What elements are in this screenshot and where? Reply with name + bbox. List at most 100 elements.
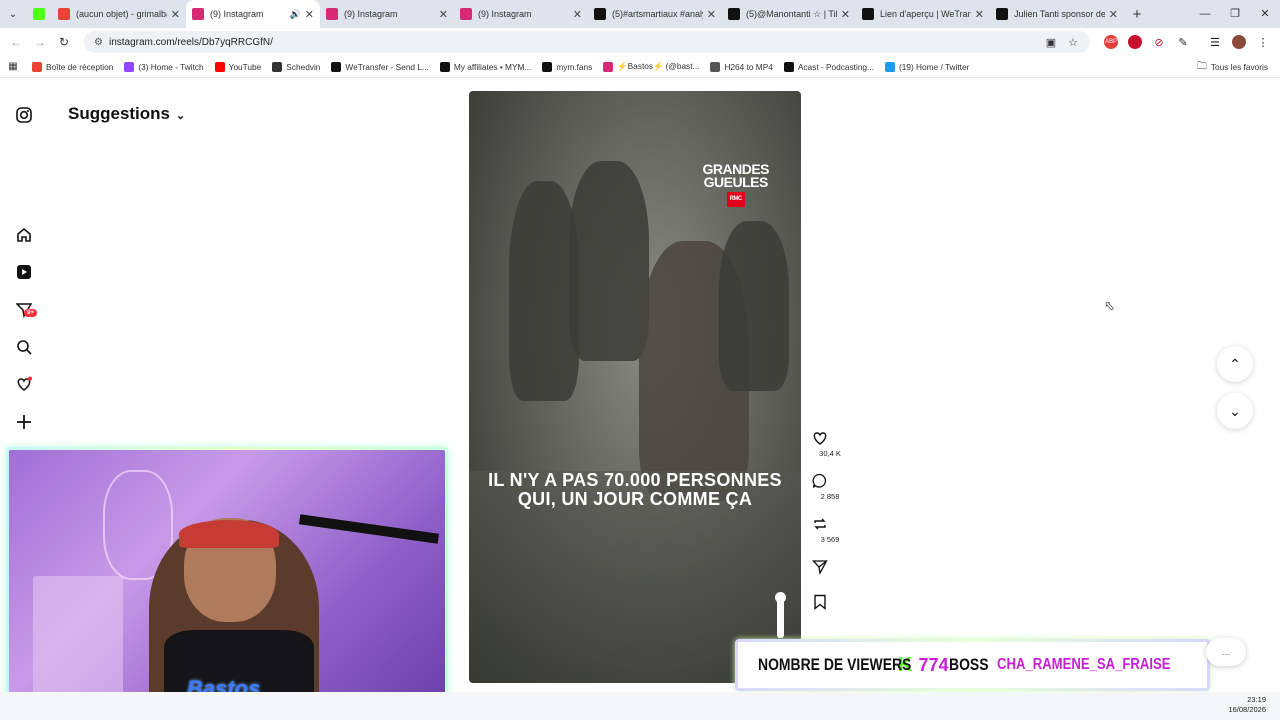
bookmark-item[interactable]: mym.fans <box>542 61 592 72</box>
bookmark-item[interactable]: My affiliates • MYM... <box>439 61 531 72</box>
browser-tab[interactable]: (9) Instagram ✕ <box>320 0 454 28</box>
bookmark-label: Acast - Podcasting... <box>797 61 874 72</box>
bookmark-item[interactable]: ⚡Bastos⚡ (@bast... <box>603 61 699 72</box>
tab-title: (9) Instagram <box>344 9 398 19</box>
more-dots-icon: … <box>1221 647 1231 657</box>
like-count: 30,4 K <box>819 449 841 458</box>
previous-reel-button[interactable]: ⌃ <box>1217 346 1253 382</box>
media-control-icon[interactable]: ☰ <box>1208 35 1222 49</box>
comment-button[interactable]: 2 858 <box>812 473 848 501</box>
address-toolbar: ← → ↻ ⚙ instagram.com/reels/Db7yqRRCGfN/… <box>0 28 1280 56</box>
forward-icon[interactable]: → <box>28 35 52 49</box>
browser-menu-icon[interactable]: ⋮ <box>1256 35 1270 49</box>
home-icon[interactable] <box>14 225 34 245</box>
apps-grid-icon[interactable]: ▦ <box>0 61 26 72</box>
tiktok-icon <box>728 8 740 20</box>
bookmark-item[interactable]: Boîte de réception <box>32 61 113 72</box>
suggestions-label: Suggestions <box>68 104 171 123</box>
puzzle-extensions-icon[interactable]: ✎ <box>1176 35 1190 49</box>
webcam-shelf <box>33 576 123 696</box>
messages-avatar-button[interactable]: … <box>1206 638 1246 666</box>
close-tab-icon[interactable]: ✕ <box>1109 8 1118 21</box>
browser-tab[interactable]: (aucun objet) - grimalba ✕ <box>52 0 186 28</box>
block-extension-icon[interactable]: ⊘ <box>1152 35 1166 49</box>
chevron-up-icon: ⌃ <box>1229 355 1241 372</box>
bookmark-item[interactable]: Schedvin <box>272 61 320 72</box>
opera-extension-icon[interactable] <box>1128 35 1142 49</box>
reel-video[interactable]: GRANDES GUEULES RMC IL N'Y A PAS 70.000 … <box>469 91 801 683</box>
bookmark-item[interactable]: WeTransfer - Send L... <box>331 61 429 72</box>
adblock-extension-icon[interactable]: ABP <box>1104 35 1118 49</box>
site-info-icon[interactable]: ⚙ <box>94 37 103 48</box>
bookmark-label: H264 to MP4 <box>724 61 773 72</box>
viewers-count: 774 <box>918 654 949 675</box>
browser-tab[interactable]: Lien d'aperçu | WeTransf ✕ <box>856 0 990 28</box>
minimize-icon[interactable]: — <box>1190 0 1220 28</box>
browser-tab[interactable]: Julien Tanti sponsor de ✕ <box>990 0 1124 28</box>
kick-tab[interactable] <box>26 0 52 28</box>
all-bookmarks[interactable]: 🗀 Tous les favoris <box>1197 56 1268 78</box>
repost-count: 3 569 <box>820 535 840 544</box>
close-tab-icon[interactable]: ✕ <box>841 8 850 21</box>
close-tab-icon[interactable]: ✕ <box>707 8 716 21</box>
tab-title: Lien d'aperçu | WeTransf <box>880 9 971 19</box>
volume-slider[interactable] <box>775 592 786 638</box>
bookmark-item[interactable]: H264 to MP4 <box>710 61 773 72</box>
search-icon[interactable] <box>14 337 34 357</box>
close-tab-icon[interactable]: ✕ <box>573 8 582 21</box>
instagram-icon <box>460 8 472 20</box>
boss-username: CHA_RAMENE_SA_FRAISE <box>996 656 1171 673</box>
notifications-heart-icon[interactable] <box>14 374 34 394</box>
close-tab-icon[interactable]: ✕ <box>975 8 984 21</box>
folder-icon: 🗀 <box>1196 60 1207 72</box>
close-window-icon[interactable]: ✕ <box>1250 0 1280 28</box>
viewers-label: NOMBRE DE VIEWERS <box>758 655 912 674</box>
reload-icon[interactable]: ↻ <box>52 35 76 49</box>
logo-line2: GUEULES <box>703 174 769 190</box>
close-tab-icon[interactable]: ✕ <box>439 8 448 21</box>
new-tab-button[interactable]: + <box>1124 6 1150 23</box>
bookmark-item[interactable]: (3) Home - Twitch <box>124 61 204 72</box>
bookmark-favicon-icon <box>884 61 895 72</box>
figure-silhouette <box>569 161 649 361</box>
profile-avatar[interactable] <box>1232 35 1246 49</box>
suggestions-dropdown[interactable]: Suggestions ⌄ <box>68 104 185 124</box>
bookmark-item[interactable]: YouTube <box>214 61 261 72</box>
url-field[interactable]: ⚙ instagram.com/reels/Db7yqRRCGfN/ ▣ ☆ <box>84 31 1090 53</box>
repost-button[interactable]: 3 569 <box>812 516 848 544</box>
figure-silhouette <box>719 221 789 391</box>
bookmark-item[interactable]: (19) Home / Twitter <box>884 61 969 72</box>
messages-icon[interactable]: 9+ <box>14 300 37 320</box>
browser-tab[interactable]: (5)@Manontanti ☆ | TikT ✕ <box>722 0 856 28</box>
share-button[interactable] <box>812 559 848 575</box>
close-tab-icon[interactable]: ✕ <box>305 8 314 21</box>
back-icon[interactable]: ← <box>4 35 28 49</box>
clock-date: 16/08/2026 <box>1228 705 1266 714</box>
video-caption: IL N'Y A PAS 70.000 PERSONNES QUI, UN JO… <box>488 470 782 509</box>
bookmark-star-icon[interactable]: ☆ <box>1068 36 1078 49</box>
audio-playing-icon[interactable]: 🔊 <box>290 9 301 20</box>
reels-icon[interactable] <box>14 262 34 282</box>
install-app-icon[interactable]: ▣ <box>1046 36 1056 49</box>
instagram-logo-icon[interactable] <box>14 105 34 125</box>
bookmark-favicon-icon <box>542 61 553 72</box>
close-tab-icon[interactable]: ✕ <box>171 8 180 21</box>
bookmarks-bar: ▦ Boîte de réception (3) Home - Twitch You… <box>0 56 1280 78</box>
notification-badge: 9+ <box>24 309 37 317</box>
wetransfer-icon <box>862 8 874 20</box>
bookmark-item[interactable]: Acast - Podcasting... <box>783 61 874 72</box>
restore-icon[interactable]: ❐ <box>1220 0 1250 28</box>
bookmark-favicon-icon <box>32 61 42 72</box>
bookmark-favicon-icon <box>124 61 135 72</box>
browser-tab[interactable]: (9) Instagram 🔊 ✕ <box>186 0 320 28</box>
webcam-overlay: Bastos <box>6 447 448 713</box>
browser-tab[interactable]: (9) Instagram ✕ <box>454 0 588 28</box>
tab-search-icon[interactable]: ⌄ <box>0 0 26 28</box>
save-button[interactable] <box>812 594 848 610</box>
microphone-arm <box>298 514 440 544</box>
like-button[interactable]: 30,4 K <box>812 430 848 458</box>
create-plus-icon[interactable] <box>14 412 34 432</box>
tab-title: (5)@Manontanti ☆ | TikT <box>746 8 837 19</box>
browser-tab[interactable]: (5)#artsmartiaux #analys ✕ <box>588 0 722 28</box>
next-reel-button[interactable]: ⌄ <box>1217 393 1253 429</box>
